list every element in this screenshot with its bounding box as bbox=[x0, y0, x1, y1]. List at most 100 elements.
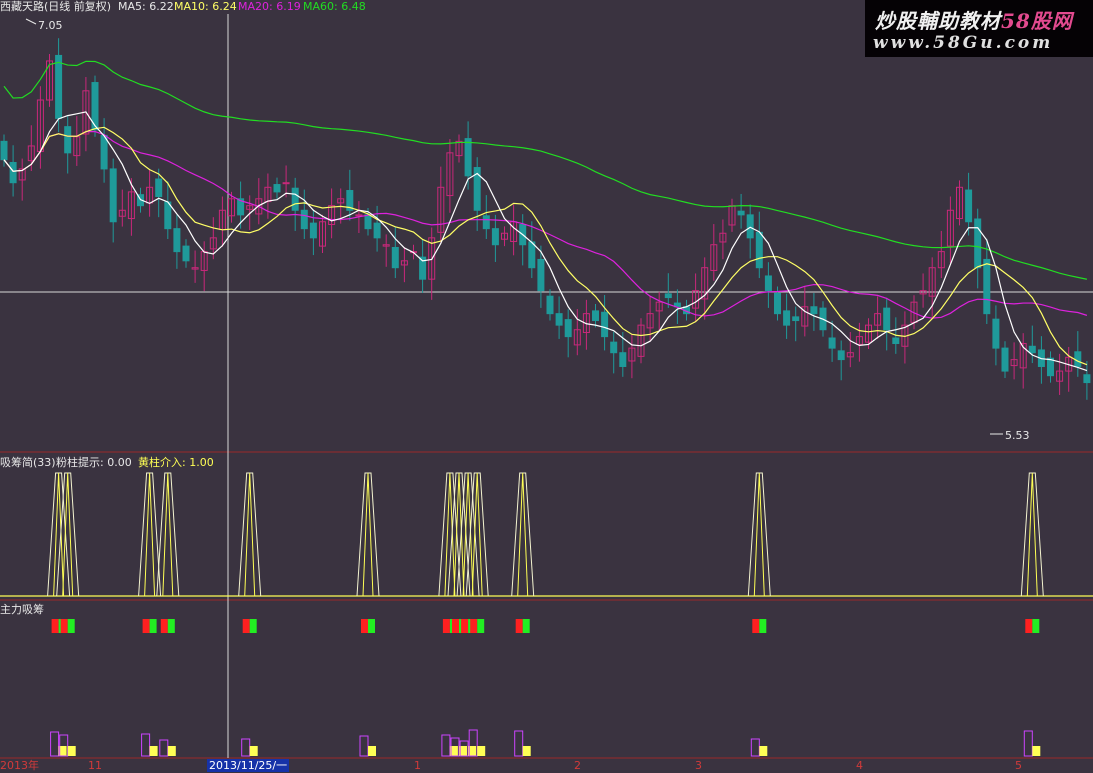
accumulation-bar bbox=[1023, 730, 1033, 757]
signal-spike-inner bbox=[53, 472, 65, 597]
signal-spike-inner bbox=[517, 472, 529, 597]
signal-red-marker bbox=[470, 619, 478, 633]
candle-body bbox=[792, 316, 800, 322]
candle-body bbox=[355, 214, 363, 217]
candle-body bbox=[100, 134, 108, 170]
signal-spike-inner bbox=[462, 472, 474, 597]
watermark-brand: 58股网 bbox=[1001, 9, 1073, 33]
candle-body bbox=[601, 311, 609, 338]
signal-spike-inner bbox=[453, 472, 465, 597]
signal-spike-inner bbox=[1026, 472, 1038, 597]
signal-spike-inner bbox=[62, 472, 74, 597]
accumulation-yellow-bar bbox=[368, 746, 376, 756]
signal-green-marker bbox=[1032, 619, 1040, 633]
candle-body bbox=[1083, 374, 1091, 384]
candle-body bbox=[737, 210, 745, 216]
candle-body bbox=[391, 246, 399, 269]
accumulation-bar bbox=[750, 738, 760, 757]
accumulation-bar bbox=[241, 738, 251, 757]
signal-spike-inner bbox=[162, 472, 174, 597]
candle-body bbox=[974, 218, 982, 269]
ma10-line bbox=[3, 126, 1088, 366]
chart-svg[interactable] bbox=[0, 0, 1093, 773]
accumulation-bar bbox=[50, 731, 60, 757]
candle-body bbox=[491, 228, 499, 246]
candle-body bbox=[173, 228, 181, 253]
candle-body bbox=[273, 184, 281, 193]
signal-red-marker bbox=[752, 619, 760, 633]
accumulation-yellow-bar bbox=[522, 746, 531, 756]
candle-body bbox=[364, 214, 372, 230]
signal-spike-inner bbox=[753, 472, 765, 597]
chart-window: { "header": { "title": "西藏天路(日线 前复权)", "… bbox=[0, 0, 1093, 773]
candle-body bbox=[537, 258, 545, 292]
accumulation-bar bbox=[159, 739, 169, 757]
ma60-line bbox=[3, 60, 1088, 280]
signal-green-marker bbox=[249, 619, 257, 633]
cursor-date: 2013/11/25/一 bbox=[207, 759, 290, 772]
x-axis-month-2: 2 bbox=[574, 759, 581, 772]
signal-spike bbox=[747, 472, 771, 597]
candle-body bbox=[373, 222, 381, 239]
signal-spike bbox=[138, 472, 162, 597]
signal-spike-inner bbox=[444, 472, 456, 597]
accumulation-yellow-bar bbox=[167, 746, 176, 756]
signal-green-marker bbox=[759, 619, 767, 633]
accumulation-yellow-bar bbox=[149, 746, 158, 756]
signal-green-marker bbox=[522, 619, 530, 633]
candle-body bbox=[9, 161, 17, 184]
signal-green-marker bbox=[477, 619, 485, 633]
watermark-text: 炒股輔助教材 bbox=[875, 9, 1001, 33]
accumulation-yellow-bar bbox=[67, 746, 76, 756]
signal-spike-inner bbox=[144, 472, 156, 597]
candle-body bbox=[1028, 345, 1036, 354]
candle-body bbox=[774, 292, 781, 315]
signal-spike bbox=[1020, 472, 1044, 597]
signal-spike bbox=[356, 472, 380, 597]
candle-body bbox=[282, 182, 290, 185]
accumulation-yellow-bar bbox=[249, 746, 258, 756]
x-axis-month-3: 3 bbox=[695, 759, 702, 772]
signal-red-marker bbox=[60, 619, 68, 633]
signal-green-marker bbox=[67, 619, 75, 633]
candle-body bbox=[837, 350, 845, 361]
accumulation-yellow-bar bbox=[1032, 746, 1041, 756]
signal-red-marker bbox=[160, 619, 168, 633]
ma60-label: MA60: 6.48 bbox=[303, 0, 366, 13]
accumulation-bar bbox=[514, 730, 524, 757]
candle-body bbox=[619, 352, 627, 367]
signal-spike bbox=[56, 472, 80, 597]
candle-body bbox=[109, 168, 117, 223]
signal-red-marker bbox=[1025, 619, 1033, 633]
candle-body bbox=[883, 307, 891, 331]
signal-spike bbox=[47, 472, 71, 597]
candle-body bbox=[746, 214, 754, 239]
signal-red-marker bbox=[51, 619, 59, 633]
signal-spike bbox=[438, 472, 462, 597]
signal-spike bbox=[465, 472, 489, 597]
x-axis-month-1: 1 bbox=[414, 759, 421, 772]
signal-red-marker bbox=[361, 619, 368, 633]
candle-body bbox=[0, 140, 8, 161]
candle-body bbox=[464, 138, 472, 177]
low-price-label: 5.53 bbox=[1005, 429, 1030, 442]
candle-body bbox=[892, 337, 900, 345]
signal-red-marker bbox=[515, 619, 523, 633]
signal-spike bbox=[456, 472, 480, 597]
candle-body bbox=[555, 313, 563, 326]
x-axis-year: 2013年 bbox=[0, 759, 39, 772]
signal-green-marker bbox=[167, 619, 175, 633]
ma5-line bbox=[3, 111, 1088, 372]
candle-body bbox=[783, 310, 791, 326]
candle-body bbox=[1074, 351, 1082, 367]
candle-body bbox=[300, 209, 308, 230]
candle-body bbox=[610, 341, 618, 354]
signal-spike bbox=[447, 472, 471, 597]
ma5-label: MA5: 6.22 bbox=[118, 0, 174, 13]
high-price-label: 7.05 bbox=[38, 19, 63, 32]
signal-spike bbox=[156, 472, 180, 597]
signal-red-marker bbox=[452, 619, 459, 633]
candle-body bbox=[55, 54, 63, 119]
panel3-title: 主力吸筹 bbox=[0, 603, 44, 616]
candle-body bbox=[155, 178, 163, 197]
